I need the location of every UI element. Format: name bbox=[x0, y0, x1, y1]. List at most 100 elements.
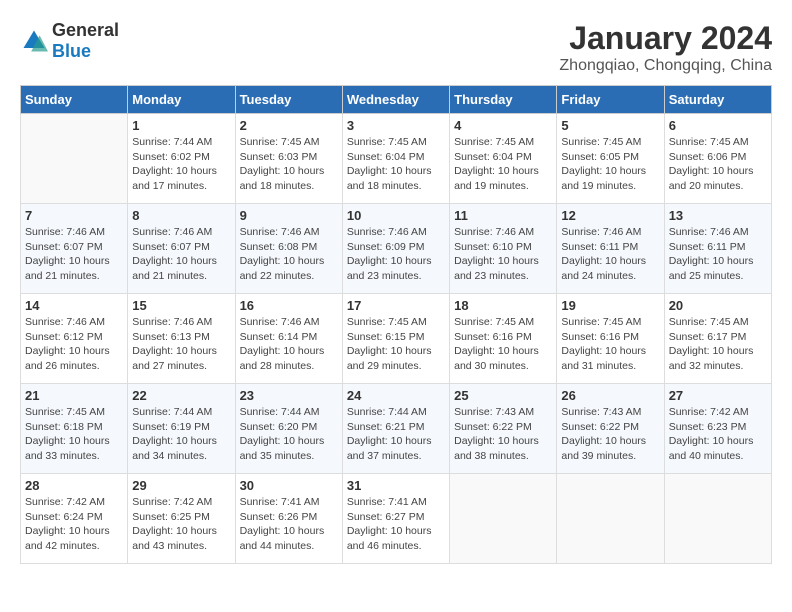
header-day-sunday: Sunday bbox=[21, 86, 128, 114]
day-number: 18 bbox=[454, 298, 552, 313]
calendar-cell: 8 Sunrise: 7:46 AM Sunset: 6:07 PM Daylig… bbox=[128, 204, 235, 294]
location-title: Zhongqiao, Chongqing, China bbox=[559, 57, 772, 75]
day-info: Sunrise: 7:45 AM Sunset: 6:04 PM Dayligh… bbox=[454, 135, 552, 194]
day-info: Sunrise: 7:46 AM Sunset: 6:08 PM Dayligh… bbox=[240, 225, 338, 284]
day-number: 16 bbox=[240, 298, 338, 313]
day-number: 13 bbox=[669, 208, 767, 223]
day-number: 23 bbox=[240, 388, 338, 403]
day-number: 26 bbox=[561, 388, 659, 403]
day-info: Sunrise: 7:45 AM Sunset: 6:03 PM Dayligh… bbox=[240, 135, 338, 194]
day-info: Sunrise: 7:41 AM Sunset: 6:26 PM Dayligh… bbox=[240, 495, 338, 554]
day-number: 20 bbox=[669, 298, 767, 313]
calendar-cell: 22 Sunrise: 7:44 AM Sunset: 6:19 PM Dayli… bbox=[128, 384, 235, 474]
calendar-cell: 17Sunrise: 7:45 AM Sunset: 6:15 PM Dayli… bbox=[342, 294, 449, 384]
header-day-friday: Friday bbox=[557, 86, 664, 114]
week-row-2: 14Sunrise: 7:46 AM Sunset: 6:12 PM Dayli… bbox=[21, 294, 772, 384]
logo-icon bbox=[20, 27, 48, 55]
calendar-cell: 7 Sunrise: 7:46 AM Sunset: 6:07 PM Daylig… bbox=[21, 204, 128, 294]
calendar-cell: 13 Sunrise: 7:46 AM Sunset: 6:11 PM Dayli… bbox=[664, 204, 771, 294]
calendar-cell: 18 Sunrise: 7:45 AM Sunset: 6:16 PM Dayli… bbox=[450, 294, 557, 384]
day-number: 2 bbox=[240, 118, 338, 133]
day-info: Sunrise: 7:46 AM Sunset: 6:09 PM Dayligh… bbox=[347, 225, 445, 284]
calendar-cell: 15 Sunrise: 7:46 AM Sunset: 6:13 PM Dayli… bbox=[128, 294, 235, 384]
day-number: 4 bbox=[454, 118, 552, 133]
calendar-cell: 9 Sunrise: 7:46 AM Sunset: 6:08 PM Daylig… bbox=[235, 204, 342, 294]
day-number: 1 bbox=[132, 118, 230, 133]
day-number: 3 bbox=[347, 118, 445, 133]
day-number: 10 bbox=[347, 208, 445, 223]
day-info: Sunrise: 7:44 AM Sunset: 6:19 PM Dayligh… bbox=[132, 405, 230, 464]
week-row-0: 1 Sunrise: 7:44 AM Sunset: 6:02 PM Daylig… bbox=[21, 114, 772, 204]
day-info: Sunrise: 7:46 AM Sunset: 6:07 PM Dayligh… bbox=[132, 225, 230, 284]
calendar-cell bbox=[450, 474, 557, 564]
day-number: 6 bbox=[669, 118, 767, 133]
day-info: Sunrise: 7:45 AM Sunset: 6:17 PM Dayligh… bbox=[669, 315, 767, 374]
calendar-cell: 11 Sunrise: 7:46 AM Sunset: 6:10 PM Dayli… bbox=[450, 204, 557, 294]
day-number: 8 bbox=[132, 208, 230, 223]
day-number: 11 bbox=[454, 208, 552, 223]
calendar-cell: 16Sunrise: 7:46 AM Sunset: 6:14 PM Dayli… bbox=[235, 294, 342, 384]
calendar-header-row: SundayMondayTuesdayWednesdayThursdayFrid… bbox=[21, 86, 772, 114]
day-info: Sunrise: 7:45 AM Sunset: 6:06 PM Dayligh… bbox=[669, 135, 767, 194]
calendar-cell: 10 Sunrise: 7:46 AM Sunset: 6:09 PM Dayli… bbox=[342, 204, 449, 294]
day-number: 19 bbox=[561, 298, 659, 313]
calendar-cell: 30 Sunrise: 7:41 AM Sunset: 6:26 PM Dayli… bbox=[235, 474, 342, 564]
day-info: Sunrise: 7:44 AM Sunset: 6:02 PM Dayligh… bbox=[132, 135, 230, 194]
day-info: Sunrise: 7:46 AM Sunset: 6:13 PM Dayligh… bbox=[132, 315, 230, 374]
day-info: Sunrise: 7:45 AM Sunset: 6:16 PM Dayligh… bbox=[561, 315, 659, 374]
calendar-cell: 21Sunrise: 7:45 AM Sunset: 6:18 PM Dayli… bbox=[21, 384, 128, 474]
day-number: 27 bbox=[669, 388, 767, 403]
week-row-3: 21Sunrise: 7:45 AM Sunset: 6:18 PM Dayli… bbox=[21, 384, 772, 474]
day-info: Sunrise: 7:44 AM Sunset: 6:20 PM Dayligh… bbox=[240, 405, 338, 464]
day-info: Sunrise: 7:43 AM Sunset: 6:22 PM Dayligh… bbox=[561, 405, 659, 464]
day-number: 31 bbox=[347, 478, 445, 493]
calendar-cell: 6 Sunrise: 7:45 AM Sunset: 6:06 PM Daylig… bbox=[664, 114, 771, 204]
calendar-cell: 29Sunrise: 7:42 AM Sunset: 6:25 PM Dayli… bbox=[128, 474, 235, 564]
header-day-tuesday: Tuesday bbox=[235, 86, 342, 114]
day-number: 5 bbox=[561, 118, 659, 133]
day-number: 29 bbox=[132, 478, 230, 493]
header-day-wednesday: Wednesday bbox=[342, 86, 449, 114]
week-row-4: 28Sunrise: 7:42 AM Sunset: 6:24 PM Dayli… bbox=[21, 474, 772, 564]
header-day-saturday: Saturday bbox=[664, 86, 771, 114]
header-day-monday: Monday bbox=[128, 86, 235, 114]
title-area: January 2024 Zhongqiao, Chongqing, China bbox=[559, 20, 772, 75]
day-info: Sunrise: 7:44 AM Sunset: 6:21 PM Dayligh… bbox=[347, 405, 445, 464]
day-number: 7 bbox=[25, 208, 123, 223]
header: General Blue January 2024 Zhongqiao, Cho… bbox=[20, 20, 772, 75]
calendar-cell: 1 Sunrise: 7:44 AM Sunset: 6:02 PM Daylig… bbox=[128, 114, 235, 204]
day-number: 15 bbox=[132, 298, 230, 313]
day-number: 30 bbox=[240, 478, 338, 493]
day-number: 12 bbox=[561, 208, 659, 223]
logo-general: General bbox=[52, 20, 119, 40]
day-info: Sunrise: 7:46 AM Sunset: 6:12 PM Dayligh… bbox=[25, 315, 123, 374]
day-info: Sunrise: 7:46 AM Sunset: 6:10 PM Dayligh… bbox=[454, 225, 552, 284]
calendar-cell bbox=[664, 474, 771, 564]
day-info: Sunrise: 7:46 AM Sunset: 6:07 PM Dayligh… bbox=[25, 225, 123, 284]
logo-blue: Blue bbox=[52, 41, 91, 61]
calendar-cell: 31 Sunrise: 7:41 AM Sunset: 6:27 PM Dayli… bbox=[342, 474, 449, 564]
day-number: 22 bbox=[132, 388, 230, 403]
day-info: Sunrise: 7:46 AM Sunset: 6:11 PM Dayligh… bbox=[669, 225, 767, 284]
day-info: Sunrise: 7:45 AM Sunset: 6:16 PM Dayligh… bbox=[454, 315, 552, 374]
day-info: Sunrise: 7:42 AM Sunset: 6:23 PM Dayligh… bbox=[669, 405, 767, 464]
calendar-cell bbox=[21, 114, 128, 204]
day-number: 28 bbox=[25, 478, 123, 493]
calendar-cell: 12 Sunrise: 7:46 AM Sunset: 6:11 PM Dayli… bbox=[557, 204, 664, 294]
calendar-cell: 5 Sunrise: 7:45 AM Sunset: 6:05 PM Daylig… bbox=[557, 114, 664, 204]
day-number: 21 bbox=[25, 388, 123, 403]
week-row-1: 7 Sunrise: 7:46 AM Sunset: 6:07 PM Daylig… bbox=[21, 204, 772, 294]
day-info: Sunrise: 7:46 AM Sunset: 6:11 PM Dayligh… bbox=[561, 225, 659, 284]
calendar-cell: 26 Sunrise: 7:43 AM Sunset: 6:22 PM Dayli… bbox=[557, 384, 664, 474]
calendar-cell: 27 Sunrise: 7:42 AM Sunset: 6:23 PM Dayli… bbox=[664, 384, 771, 474]
calendar-cell: 14Sunrise: 7:46 AM Sunset: 6:12 PM Dayli… bbox=[21, 294, 128, 384]
day-number: 17 bbox=[347, 298, 445, 313]
month-title: January 2024 bbox=[559, 20, 772, 57]
day-info: Sunrise: 7:45 AM Sunset: 6:05 PM Dayligh… bbox=[561, 135, 659, 194]
day-info: Sunrise: 7:41 AM Sunset: 6:27 PM Dayligh… bbox=[347, 495, 445, 554]
day-number: 9 bbox=[240, 208, 338, 223]
day-info: Sunrise: 7:45 AM Sunset: 6:04 PM Dayligh… bbox=[347, 135, 445, 194]
calendar-table: SundayMondayTuesdayWednesdayThursdayFrid… bbox=[20, 85, 772, 564]
calendar-cell: 19 Sunrise: 7:45 AM Sunset: 6:16 PM Dayli… bbox=[557, 294, 664, 384]
calendar-cell: 4 Sunrise: 7:45 AM Sunset: 6:04 PM Daylig… bbox=[450, 114, 557, 204]
